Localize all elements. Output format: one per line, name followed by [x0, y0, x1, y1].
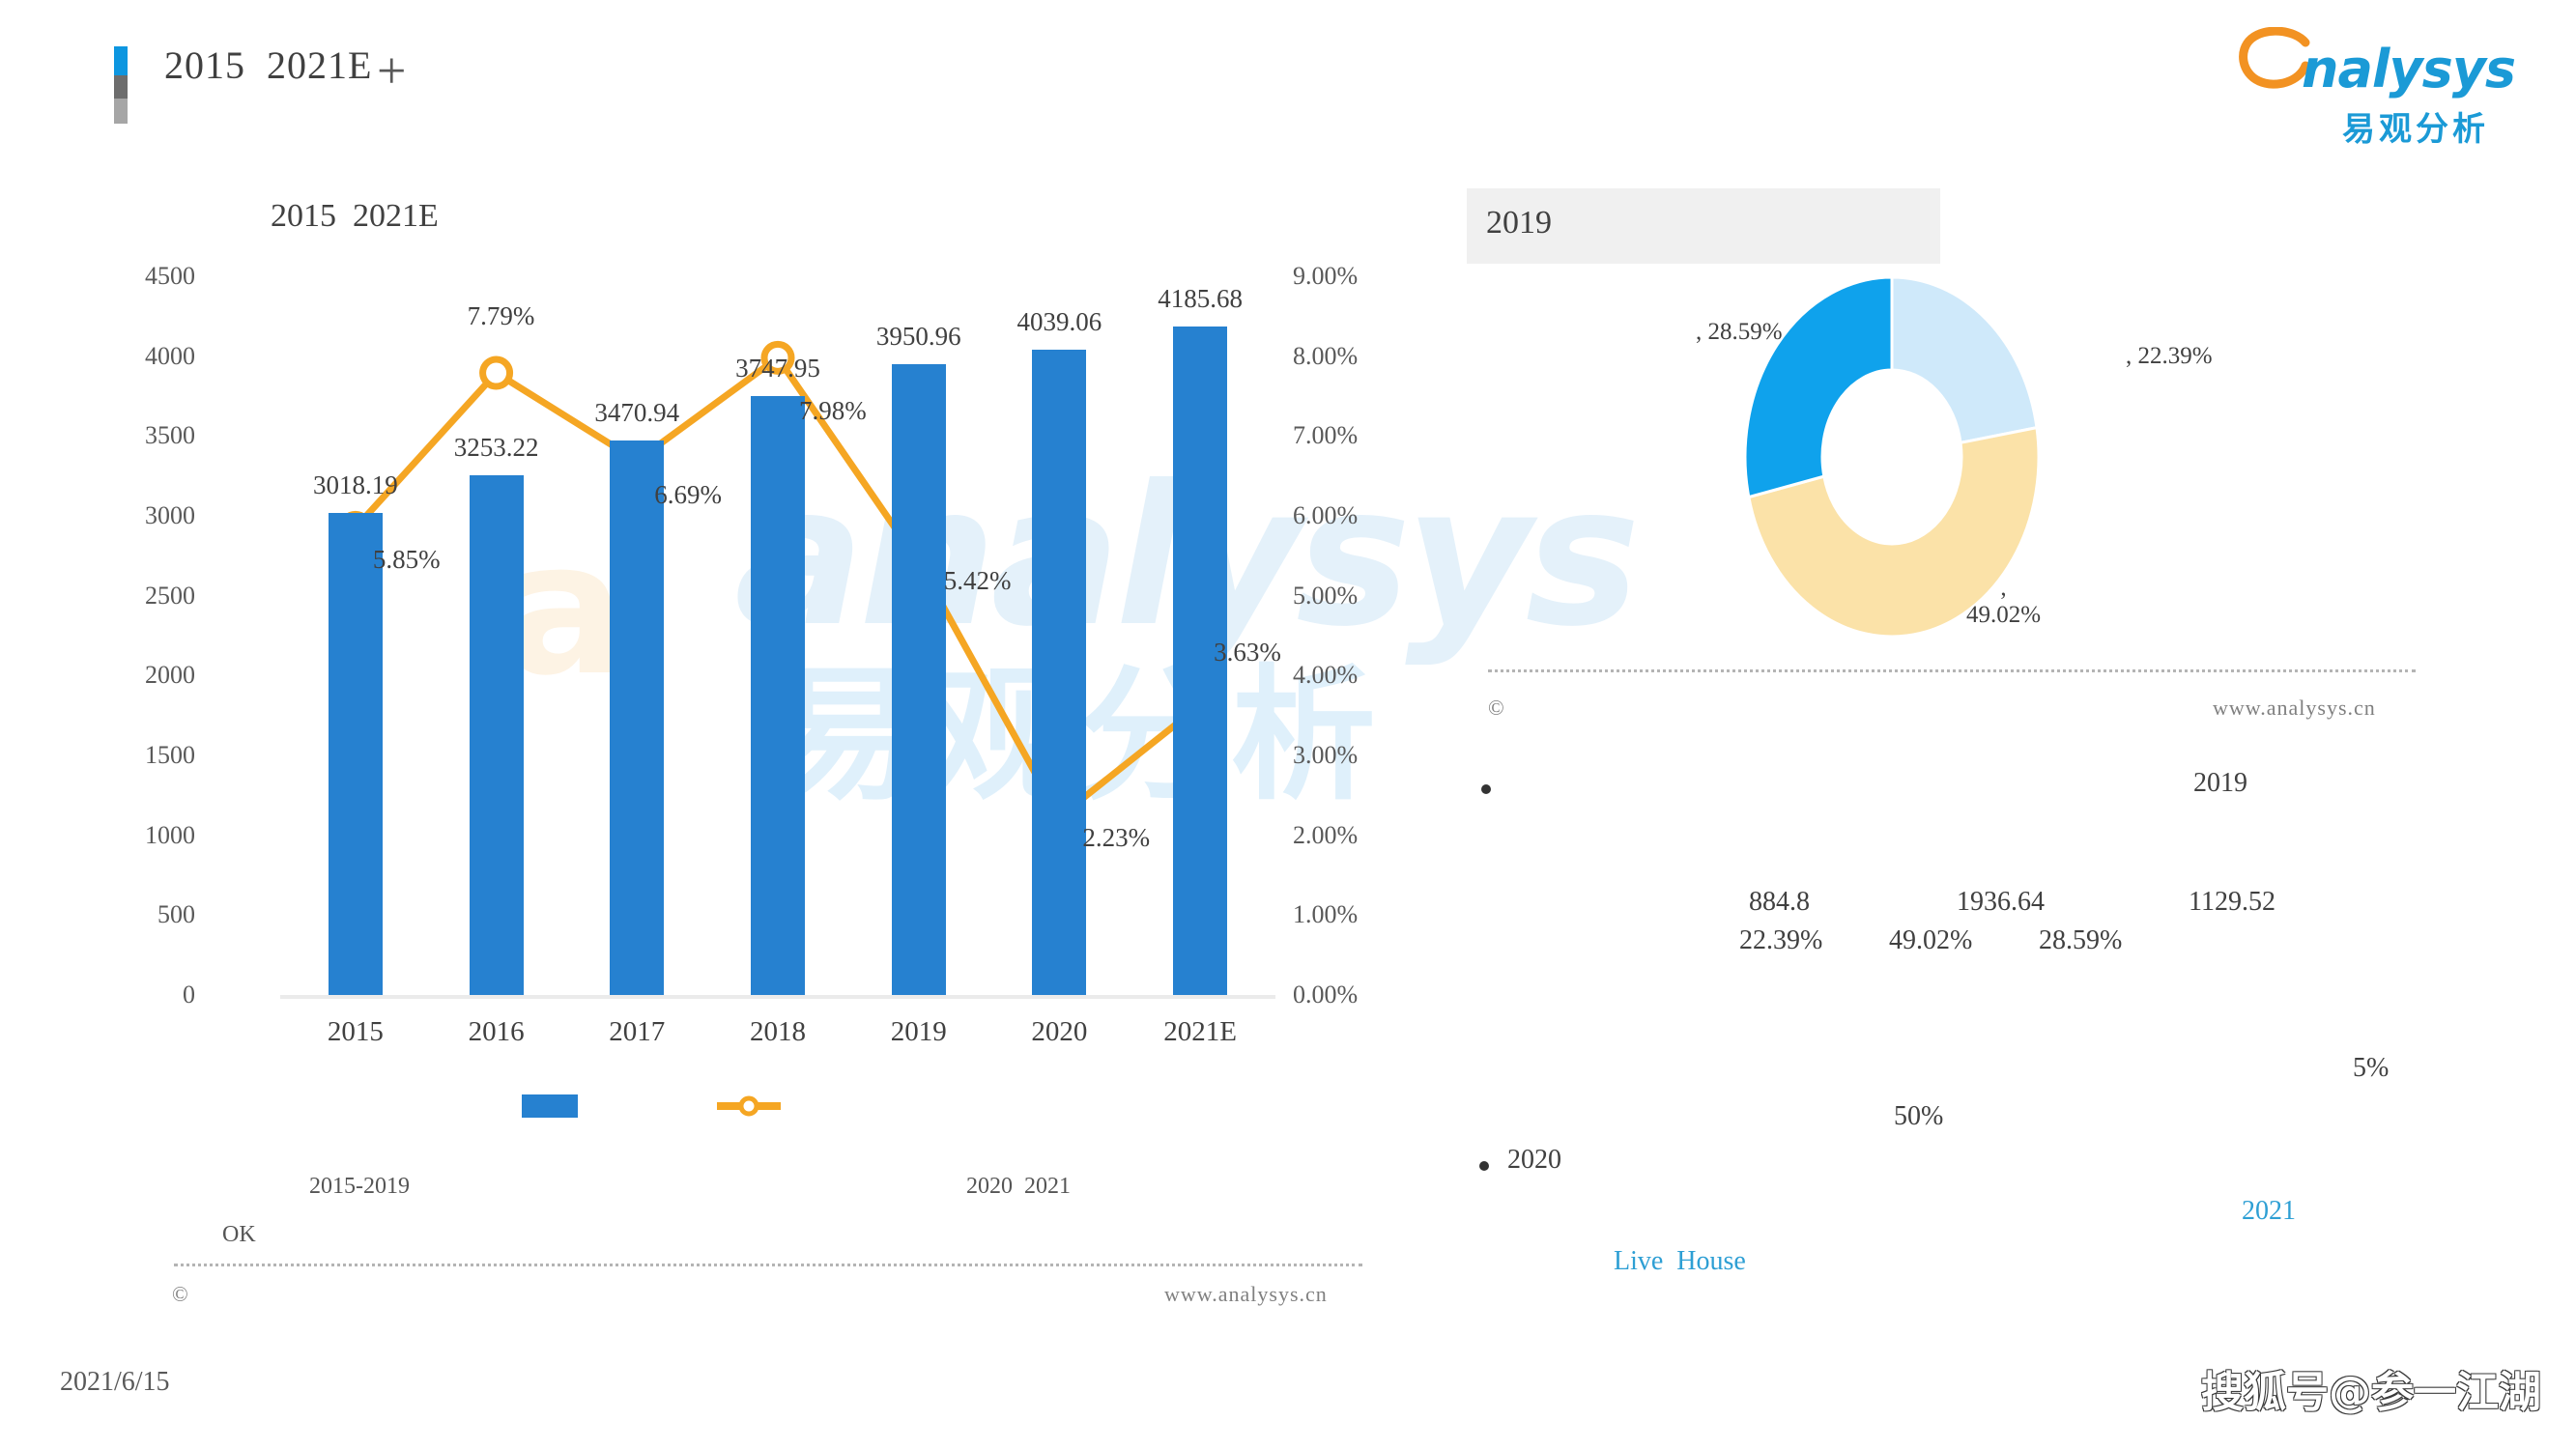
bar [891, 363, 946, 995]
year-2021-highlight: 2021 [2242, 1196, 2296, 1226]
donut-label-1: , 49.02% [1966, 575, 2042, 628]
bullet-1-year: 2019 [2193, 768, 2247, 798]
bar-value-label: 4185.68 [1158, 283, 1244, 313]
y-tick-right: 6.00% [1293, 501, 1359, 529]
bar-value-label: 3950.96 [875, 321, 961, 351]
y-tick-right: 2.00% [1293, 820, 1359, 849]
bar-value-label: 3470.94 [594, 398, 680, 428]
line-value-label: 5.85% [372, 545, 441, 575]
x-tick: 2016 [468, 1016, 525, 1047]
bullet-marker-1 [1481, 784, 1491, 794]
page-title: 2015 2021E [164, 43, 373, 87]
y-tick-left: 3000 [145, 501, 195, 529]
logo-wordmark: nalysys [2302, 39, 2516, 99]
y-tick-left: 2000 [145, 661, 195, 690]
combo-bar-line-chart: 0 500 1000 1500 2000 2500 3000 3500 4000 4500 0.0… [116, 262, 1401, 1118]
note-period-left: 2015-2019 [309, 1174, 410, 1199]
right-footer-divider [1488, 669, 2416, 672]
y-tick-right: 3.00% [1293, 741, 1359, 769]
bar [328, 513, 383, 995]
note-ok: OK [222, 1222, 256, 1247]
bar [1032, 350, 1087, 995]
segment-value-a: 884.8 [1749, 887, 1810, 917]
legend-swatch-line [717, 1095, 781, 1117]
y-tick-right: 8.00% [1293, 341, 1359, 370]
donut-label-0: , 22.39% [2126, 343, 2213, 369]
line-value-label: 5.42% [943, 565, 1012, 595]
plot-area: 3018.19 3253.22 3470.94 3747.95 3950.96 4039.… [285, 276, 1281, 995]
y-tick-right: 4.00% [1293, 661, 1359, 690]
note-period-right: 2020 2021 [966, 1174, 1071, 1199]
live-house-label: Live House [1614, 1246, 1746, 1276]
accent-segment-blue [114, 46, 128, 76]
segment-pct-c: 28.59% [2039, 925, 2123, 955]
y-tick-right: 5.00% [1293, 581, 1359, 610]
line-value-label: 2.23% [1082, 822, 1151, 852]
y-tick-left: 500 [157, 900, 195, 929]
bar [469, 475, 524, 995]
bullet-marker-2 [1479, 1161, 1489, 1171]
legend-swatch-bar [522, 1094, 578, 1118]
title-accent-bar [114, 46, 128, 124]
logo-chinese-name: 易观分析 [2342, 110, 2489, 149]
donut-title: 2019 [1486, 205, 1552, 241]
left-footer-divider [174, 1264, 1362, 1266]
pct-mid: 50% [1894, 1101, 1944, 1131]
left-footer-copyright: © [172, 1282, 188, 1306]
right-footer-group: © www.analysys.cn [0, 668, 2576, 720]
line-value-label: 3.63% [1214, 637, 1281, 667]
y-tick-left: 2500 [145, 581, 195, 610]
pct-small: 5% [2353, 1053, 2390, 1083]
date-stamp: 2021/6/15 [60, 1367, 170, 1397]
bar [610, 440, 665, 995]
y-tick-left: 3500 [145, 421, 195, 450]
segment-value-b: 1936.64 [1957, 887, 2045, 917]
bar-value-label: 3018.19 [312, 469, 398, 499]
x-tick: 2020 [1031, 1016, 1088, 1047]
bullet-2-year: 2020 [1507, 1145, 1561, 1175]
y-tick-left: 1000 [145, 820, 195, 849]
left-chart-title: 2015 2021E [271, 198, 439, 234]
accent-segment-dark [114, 75, 128, 99]
donut-label-2: , 28.59% [1696, 319, 1783, 345]
donut-slice [1743, 275, 1894, 499]
line-value-label: 7.79% [467, 301, 535, 331]
x-tick: 2015 [327, 1016, 384, 1047]
right-footer-copyright: © [1488, 696, 1504, 720]
analysys-logo: nalysys 易观分析 [2238, 21, 2547, 149]
segment-pct-b: 49.02% [1889, 925, 1973, 955]
line-value-label: 6.69% [654, 479, 723, 509]
y-tick-right: 7.00% [1293, 421, 1359, 450]
x-tick: 2021E [1163, 1016, 1237, 1047]
bar-value-label: 3253.22 [453, 433, 539, 463]
line-value-label: 7.98% [799, 396, 867, 426]
right-footer-url: www.analysys.cn [2213, 696, 2376, 720]
y-tick-left: 0 [183, 980, 195, 1009]
segment-value-c: 1129.52 [2189, 887, 2275, 917]
accent-segment-gray [114, 99, 128, 124]
y-tick-left: 1500 [145, 741, 195, 769]
y-tick-left: 4000 [145, 341, 195, 370]
donut-slice [1890, 275, 2039, 445]
y-tick-right: 0.00% [1293, 980, 1359, 1009]
sohu-watermark: 搜狐号@参一江湖 [2201, 1368, 2541, 1417]
x-tick: 2017 [609, 1016, 666, 1047]
bar [751, 396, 805, 995]
y-tick-left: 4500 [145, 262, 195, 290]
x-tick: 2019 [890, 1016, 947, 1047]
chart-legend [522, 1087, 1024, 1125]
bar-value-label: 3747.95 [735, 354, 820, 384]
line-marker [479, 355, 514, 390]
left-footer-url: www.analysys.cn [1164, 1282, 1328, 1306]
x-axis-baseline [280, 995, 1275, 999]
segment-pct-a: 22.39% [1739, 925, 1823, 955]
plus-icon: + [377, 42, 407, 99]
y-tick-right: 9.00% [1293, 262, 1359, 290]
bar-value-label: 4039.06 [1016, 307, 1102, 337]
y-tick-right: 1.00% [1293, 900, 1359, 929]
x-tick: 2018 [750, 1016, 806, 1047]
